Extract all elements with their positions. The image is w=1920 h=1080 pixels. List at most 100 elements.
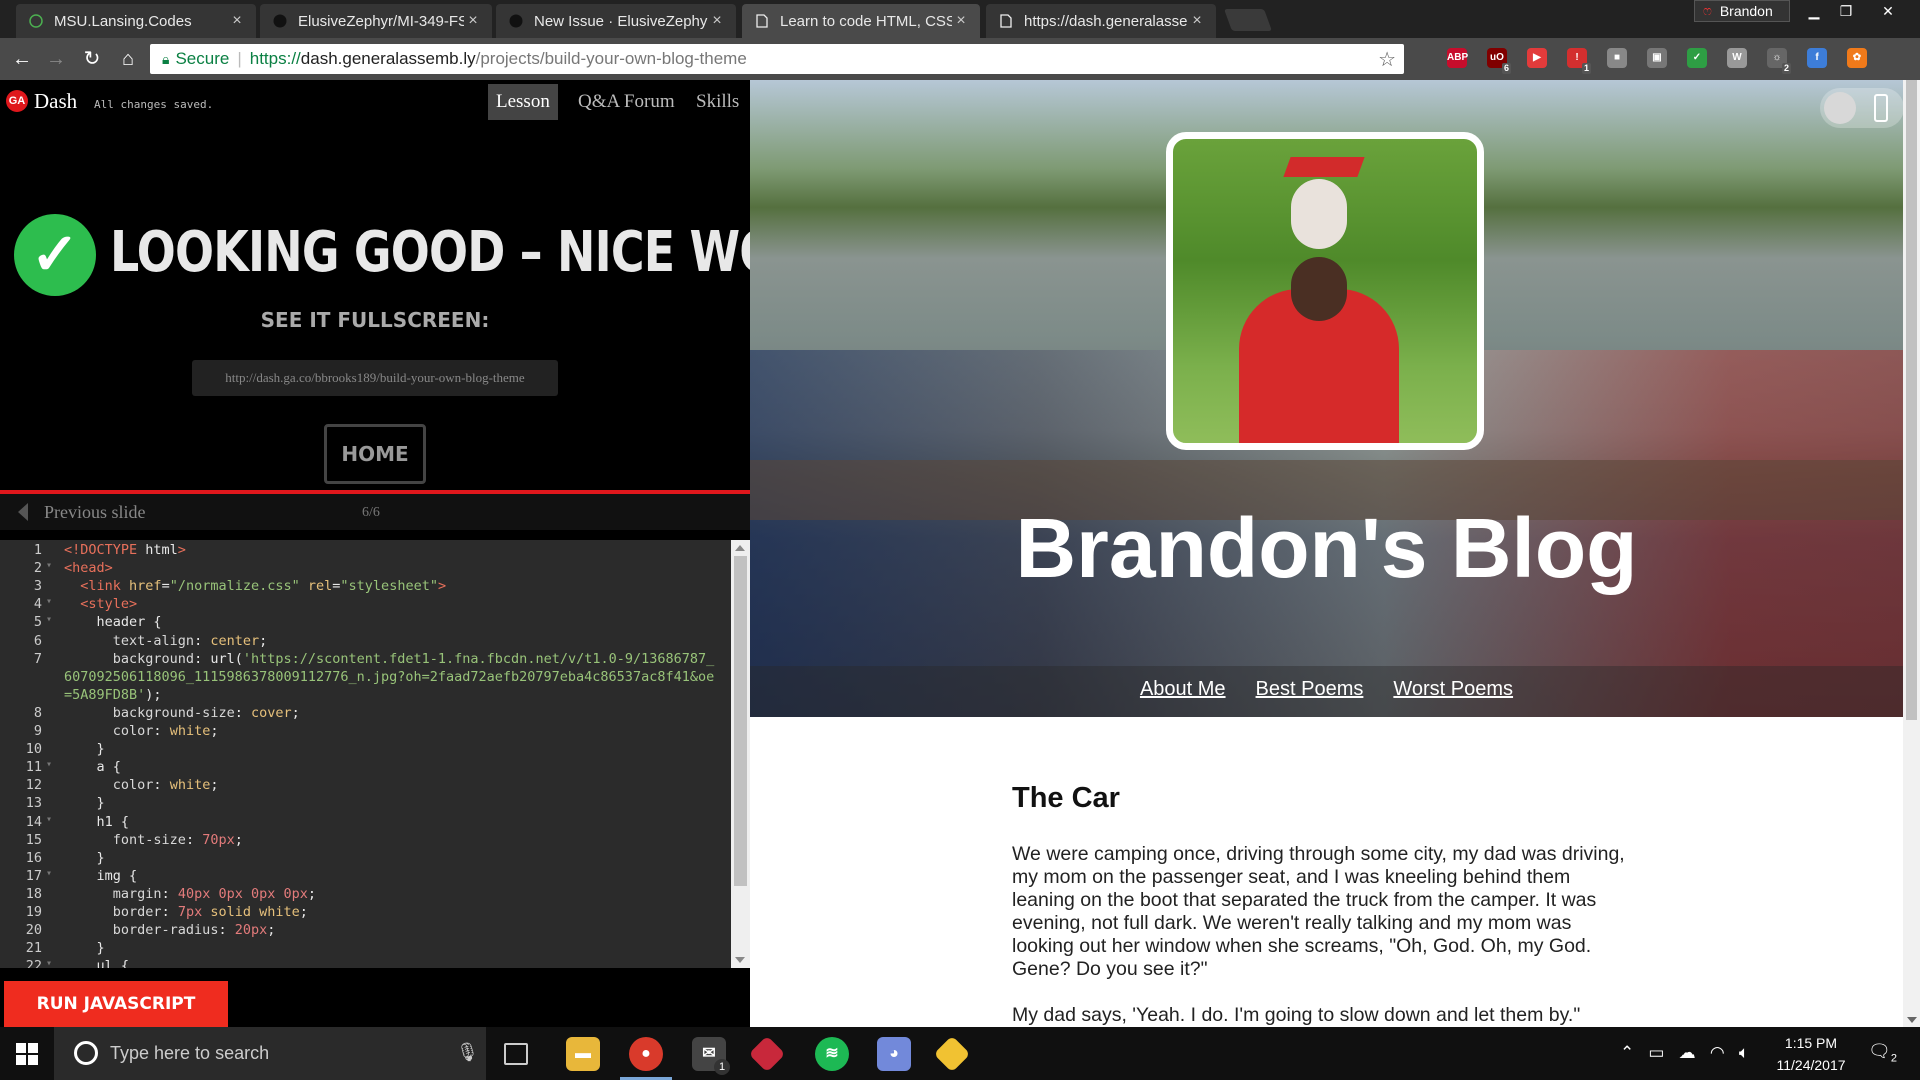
battery-icon[interactable]: ▭ — [1648, 1043, 1664, 1062]
video-icon[interactable]: ▶ — [1527, 48, 1547, 68]
previous-slide-link[interactable]: Previous slide — [44, 502, 146, 523]
code-line[interactable]: 607092506118096_1115986378009112776_n.jp… — [0, 669, 730, 687]
chevron-up-icon[interactable]: ⌃ — [1620, 1043, 1634, 1062]
address-bar[interactable]: 🔒︎ Secure | https:// dash.generalassemb.… — [150, 44, 1404, 74]
new-tab-button[interactable] — [1223, 9, 1273, 31]
taskbar-clock[interactable]: 1:15 PM 11/24/2017 — [1766, 1032, 1856, 1076]
ga-logo[interactable]: GA — [6, 90, 28, 112]
code-line[interactable]: 18 margin: 40px 0px 0px 0px; — [0, 886, 730, 904]
previous-arrow-icon[interactable] — [18, 503, 28, 521]
wifi-icon[interactable]: ◠ — [1710, 1043, 1725, 1062]
file-explorer-icon[interactable]: ▬ — [566, 1037, 600, 1071]
code-line[interactable]: 20 border-radius: 20px; — [0, 922, 730, 940]
code-line[interactable]: 14 ▾ h1 { — [0, 814, 730, 832]
code-line[interactable]: 16 } — [0, 850, 730, 868]
spotify-icon[interactable]: ≋ — [815, 1037, 849, 1071]
code-line[interactable]: 9 color: white; — [0, 723, 730, 741]
code-line[interactable]: 11 ▾ a { — [0, 759, 730, 777]
close-tab-icon[interactable]: × — [1188, 12, 1206, 30]
code-editor[interactable]: 1 <!DOCTYPE html> 2 ▾ <head> 3 <link href="/n… — [0, 540, 750, 968]
code-line[interactable]: 13 } — [0, 795, 730, 813]
alert-extension-icon[interactable]: ! 1 — [1567, 48, 1591, 74]
minimize-icon[interactable]: ▁ — [1800, 0, 1828, 22]
tab-dash-url[interactable]: https://dash.generalasse × — [986, 4, 1216, 38]
close-tab-icon[interactable]: × — [464, 12, 482, 30]
profile-button[interactable]: ෆ Brandon — [1694, 0, 1790, 22]
code-line[interactable]: 6 text-align: center; — [0, 633, 730, 651]
scrollbar-thumb[interactable] — [1906, 80, 1917, 720]
code-line[interactable]: 22 ▾ ul { — [0, 958, 730, 968]
scroll-down-icon[interactable] — [1907, 1017, 1917, 1023]
fold-arrow-icon[interactable]: ▾ — [46, 814, 52, 825]
microphone-icon[interactable]: 🎙︎ — [456, 1042, 479, 1063]
scroll-down-icon[interactable] — [735, 957, 745, 963]
orange-extension-icon[interactable]: ✿ — [1847, 48, 1867, 68]
run-javascript-button[interactable]: RUN JAVASCRIPT — [4, 981, 228, 1027]
gitkraken-icon[interactable] — [933, 1035, 971, 1073]
scroll-up-icon[interactable] — [735, 545, 745, 551]
tab-qa-forum[interactable]: Q&A Forum — [570, 84, 683, 120]
editor-scrollbar[interactable] — [731, 540, 750, 968]
code-line[interactable]: =5A89FD8B'); — [0, 687, 730, 705]
code-line[interactable]: 15 font-size: 70px; — [0, 832, 730, 850]
discord-icon[interactable]: ◕ — [877, 1037, 911, 1071]
tab-msu-lansing[interactable]: MSU.Lansing.Codes × — [16, 4, 256, 38]
mobile-icon[interactable] — [1874, 94, 1888, 122]
fold-arrow-icon[interactable]: ▾ — [46, 596, 52, 607]
code-line[interactable]: 19 border: 7px solid white; — [0, 904, 730, 922]
tab-github-repo[interactable]: ElusiveZephyr/MI-349-FS × — [260, 4, 492, 38]
git-client-icon[interactable] — [748, 1035, 786, 1073]
weather-extension-icon[interactable]: ☼ 2 — [1767, 48, 1791, 74]
tab-new-issue[interactable]: New Issue · ElusiveZephy × — [496, 4, 736, 38]
close-tab-icon[interactable]: × — [708, 12, 726, 30]
toggle-knob[interactable] — [1824, 92, 1856, 124]
restore-icon[interactable]: ❐ — [1832, 0, 1860, 22]
code-line[interactable]: 12 color: white; — [0, 777, 730, 795]
code-line[interactable]: 7 background: url('https://scontent.fdet… — [0, 651, 730, 669]
nav-worst-poems[interactable]: Worst Poems — [1393, 678, 1513, 700]
forward-icon[interactable]: → — [44, 47, 68, 71]
system-tray[interactable]: ⌃ ▭ ☁ ◠ 🔈︎ — [1620, 1043, 1749, 1063]
fold-arrow-icon[interactable]: ▾ — [46, 868, 52, 879]
nav-about-me[interactable]: About Me — [1140, 678, 1226, 700]
code-line[interactable]: 2 ▾ <head> — [0, 560, 730, 578]
taskbar-search[interactable]: Type here to search 🎙︎ — [54, 1027, 486, 1080]
back-icon[interactable]: ← — [10, 47, 34, 71]
code-line[interactable]: 1 <!DOCTYPE html> — [0, 542, 730, 560]
fold-arrow-icon[interactable]: ▾ — [46, 759, 52, 770]
tab-learn-to-code[interactable]: Learn to code HTML, CSS × — [742, 4, 980, 38]
code-line[interactable]: 17 ▾ img { — [0, 868, 730, 886]
feather-extension-icon[interactable]: f — [1807, 48, 1827, 68]
close-tab-icon[interactable]: × — [228, 12, 246, 30]
fold-arrow-icon[interactable]: ▾ — [46, 614, 52, 625]
code-line[interactable]: 5 ▾ header { — [0, 614, 730, 632]
volume-icon[interactable]: 🔈︎ — [1739, 1043, 1749, 1062]
onedrive-icon[interactable]: ☁ — [1679, 1043, 1696, 1062]
fullscreen-url[interactable]: http://dash.ga.co/bbrooks189/build-your-… — [192, 360, 558, 396]
check-extension-icon[interactable]: ✓ — [1687, 48, 1707, 68]
tab-lesson[interactable]: Lesson — [488, 84, 558, 120]
dash-title[interactable]: Dash — [34, 89, 77, 114]
chrome-icon[interactable]: ● — [629, 1037, 663, 1071]
windows-start-icon[interactable] — [16, 1043, 38, 1065]
device-toggle[interactable] — [1820, 88, 1904, 128]
code-line[interactable]: 10 } — [0, 741, 730, 759]
nav-best-poems[interactable]: Best Poems — [1256, 678, 1364, 700]
code-line[interactable]: 8 background-size: cover; — [0, 705, 730, 723]
preview-scrollbar[interactable] — [1903, 80, 1920, 1027]
tab-skills[interactable]: Skills — [688, 84, 747, 120]
adblock-plus-icon[interactable]: ABP — [1447, 48, 1468, 68]
gray-extension-icon[interactable]: ■ — [1607, 48, 1627, 68]
ublock-icon[interactable]: uO 6 — [1487, 48, 1511, 74]
fold-arrow-icon[interactable]: ▾ — [46, 958, 52, 968]
fold-arrow-icon[interactable]: ▾ — [46, 560, 52, 571]
close-tab-icon[interactable]: × — [952, 12, 970, 30]
w-extension-icon[interactable]: W — [1727, 48, 1747, 68]
notification-center-icon[interactable]: 🗨︎2 — [1868, 1041, 1897, 1065]
screenshot-icon[interactable]: ▣ — [1647, 48, 1667, 68]
bookmark-star-icon[interactable]: ☆ — [1378, 47, 1396, 72]
code-line[interactable]: 4 ▾ <style> — [0, 596, 730, 614]
code-line[interactable]: 3 <link href="/normalize.css" rel="style… — [0, 578, 730, 596]
home-icon[interactable]: ⌂ — [116, 47, 140, 71]
task-view-icon[interactable] — [504, 1043, 528, 1065]
